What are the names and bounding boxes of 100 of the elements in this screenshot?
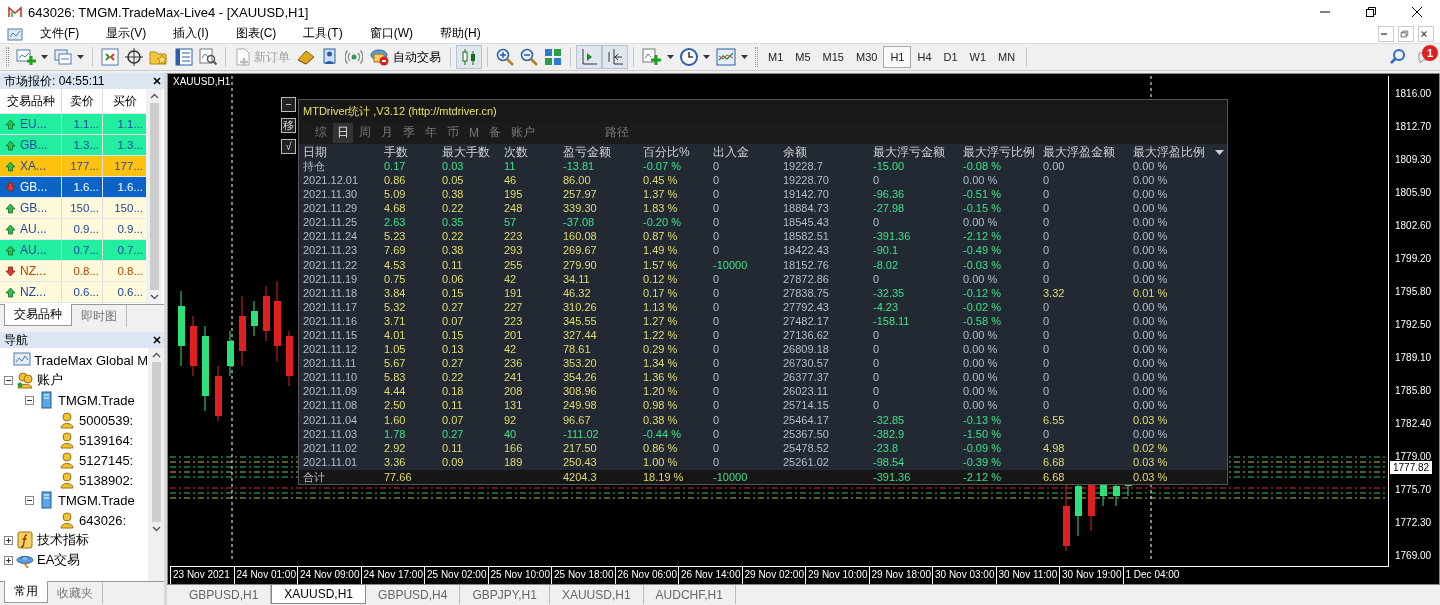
menu-item[interactable]: 帮助(H) (427, 25, 495, 42)
notifications-button[interactable]: 1 (1412, 45, 1438, 69)
person-icon (58, 431, 76, 449)
expand-icon[interactable] (4, 535, 13, 545)
panel-tab[interactable]: 收藏夹 (48, 582, 103, 604)
menu-item[interactable]: 工具(T) (290, 25, 357, 42)
stats-tab[interactable]: 账户 (507, 122, 539, 143)
auto-scroll-button[interactable] (602, 45, 628, 69)
quote-row[interactable]: AU... 0.9... 0.9... (0, 219, 146, 240)
collapse-icon[interactable] (4, 375, 13, 385)
chart-shift-icon (580, 48, 598, 66)
quote-row[interactable]: GB... 150... 150... (0, 198, 146, 219)
timeframe-button[interactable]: M30 (849, 46, 884, 68)
table-cell: -382.9 (873, 426, 905, 441)
panel-tab[interactable]: 即时图 (72, 305, 127, 327)
stats-tab[interactable]: 币 (443, 122, 463, 143)
column-header[interactable]: 交易品种 (0, 89, 62, 113)
crosshair-button[interactable] (122, 45, 146, 69)
collapse-icon[interactable] (25, 495, 34, 505)
timeframe-button[interactable]: W1 (963, 46, 993, 68)
chart-tab[interactable]: XAUUSD,H1 (549, 585, 644, 604)
symbol-cell: EU... (20, 117, 47, 131)
scroll-thumb[interactable] (151, 362, 161, 522)
table-cell: 5.09 (384, 187, 406, 202)
chart-minimize-button[interactable] (1378, 25, 1394, 42)
path-button[interactable]: 路径 (601, 122, 633, 143)
scrollbar[interactable] (146, 89, 162, 304)
up-arrow-icon (5, 244, 16, 256)
quote-row[interactable]: NZ... 0.6... 0.6... (0, 282, 146, 303)
timeframe-button[interactable]: M15 (816, 46, 850, 68)
panel-tab[interactable]: 常用 (4, 581, 48, 603)
market-watch-button[interactable] (98, 45, 122, 69)
tree-item[interactable]: 账户 (37, 371, 63, 389)
menu-item[interactable]: 图表(C) (222, 25, 291, 42)
periods-button[interactable] (677, 45, 713, 69)
expand-icon[interactable] (4, 555, 13, 565)
timeframe-button[interactable]: D1 (937, 46, 964, 68)
chart-tab[interactable]: XAUUSD,H1 (271, 585, 367, 604)
time-label: 30 Nov 11:00 (995, 567, 1059, 584)
table-cell: 0.00 % (1133, 172, 1168, 188)
panel-tool-button[interactable]: √ (281, 139, 296, 154)
chart-restore-button[interactable] (1398, 25, 1414, 42)
chart-tab[interactable]: GBPUSD,H4 (366, 585, 461, 604)
tree-item[interactable]: 643026: (79, 512, 126, 528)
chart-shift-button[interactable] (576, 45, 602, 69)
terminal-button[interactable] (172, 45, 196, 69)
table-cell: 241 (504, 370, 523, 385)
timeframe-button[interactable]: M5 (789, 46, 817, 68)
auto-trading-button[interactable]: 自动交易 (366, 45, 445, 69)
quote-row[interactable]: GB... 1.6... 1.6... (0, 177, 146, 198)
tree-item[interactable]: TMGM.Trade (58, 492, 135, 508)
tree-item[interactable]: TradeMax Global M (34, 352, 148, 368)
panel-tab[interactable]: 交易品种 (4, 304, 72, 326)
person-icon (58, 471, 76, 489)
menu-item[interactable]: 文件(F) (27, 25, 94, 42)
scrollbar[interactable] (148, 348, 164, 581)
timeframe-button[interactable]: H1 (883, 46, 912, 68)
column-header[interactable]: 买价 (103, 89, 146, 113)
timeframe-button[interactable]: MN (992, 46, 1022, 68)
stats-tab[interactable]: 季 (399, 122, 419, 143)
stats-tab[interactable]: 综 (311, 122, 331, 143)
chart-close-button[interactable] (1418, 25, 1434, 42)
panel-tool-button[interactable]: − (281, 97, 296, 112)
chart-tab[interactable]: GBPJPY,H1 (460, 585, 550, 604)
chart-tab[interactable]: AUDCHF,H1 (643, 585, 736, 604)
stats-tab[interactable]: 月 (377, 122, 397, 143)
table-cell: 0.00 % (1133, 299, 1168, 314)
collapse-icon[interactable] (25, 395, 34, 405)
quote-row[interactable]: GB... 1.3... 1.3... (0, 135, 146, 156)
timeframe-button[interactable]: H4 (911, 46, 938, 68)
tree-item[interactable]: TMGM.Trade (58, 392, 135, 408)
scroll-thumb[interactable] (149, 103, 159, 290)
column-header[interactable]: 卖价 (62, 89, 103, 113)
quote-row[interactable]: XA... 177... 177... (0, 156, 146, 177)
menu-item[interactable]: 插入(I) (160, 25, 223, 42)
tree-item[interactable]: 技术指标 (37, 531, 89, 549)
tree-item[interactable]: EA交易 (37, 551, 81, 569)
quote-row[interactable]: EU... 1.1... 1.1... (0, 114, 146, 135)
stats-tab[interactable]: 周 (355, 122, 375, 143)
tree-item[interactable]: 5000539: (79, 412, 134, 428)
quote-row[interactable]: AU... 0.7... 0.7... (0, 240, 146, 261)
menu-item[interactable]: 窗口(W) (356, 25, 427, 42)
stats-tab[interactable]: M (465, 122, 483, 143)
table-cell: 26809.18 (783, 342, 829, 357)
candlestick-chart-button[interactable] (456, 45, 482, 69)
table-cell: 0.38 (442, 243, 464, 258)
panel-tool-button[interactable]: 移 (281, 118, 296, 133)
tree-item[interactable]: 5138902: (79, 472, 134, 488)
table-cell: 42 (504, 271, 517, 286)
menu-item[interactable]: 显示(V) (93, 25, 161, 42)
column-header: 百分比% (643, 144, 690, 159)
stats-tab[interactable]: 备 (485, 122, 505, 143)
tree-item[interactable]: 5127145: (79, 452, 134, 468)
table-cell: -37.08 (563, 215, 595, 230)
stats-tab[interactable]: 日 (333, 122, 353, 143)
templates-button[interactable] (713, 45, 751, 69)
timeframe-button[interactable]: M1 (762, 46, 790, 68)
tree-item[interactable]: 5139164: (79, 432, 134, 448)
quote-row[interactable]: NZ... 0.8... 0.8... (0, 261, 146, 282)
stats-tab[interactable]: 年 (421, 122, 441, 143)
